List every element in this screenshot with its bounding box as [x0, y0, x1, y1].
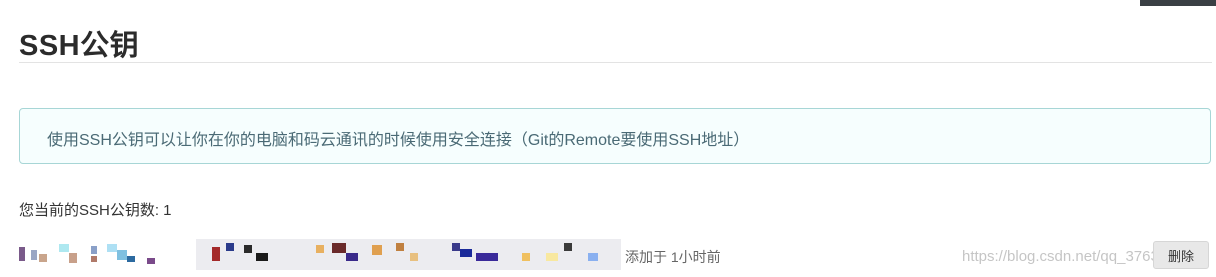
- mosaic-cell: [410, 253, 418, 261]
- mosaic-cell: [588, 253, 598, 261]
- mosaic-cell: [39, 254, 47, 262]
- key-count-label: 您当前的SSH公钥数: 1: [19, 202, 172, 219]
- key-fingerprint-redacted: [196, 239, 621, 270]
- key-added-time: 添加于 1小时前: [625, 249, 721, 265]
- mosaic-cell: [147, 258, 155, 264]
- mosaic-cell: [91, 256, 97, 262]
- mosaic-cell: [564, 243, 572, 251]
- mosaic-cell: [107, 244, 117, 252]
- mosaic-cell: [316, 245, 324, 253]
- mosaic-cell: [69, 253, 77, 263]
- mosaic-cell: [372, 245, 382, 255]
- mosaic-cell: [522, 253, 530, 261]
- ssh-key-row: 添加于 1小时前 https://blog.csdn.net/qq_376347…: [0, 236, 1216, 277]
- mosaic-cell: [460, 249, 472, 257]
- mosaic-cell: [31, 250, 37, 260]
- mosaic-cell: [452, 243, 460, 251]
- delete-key-button[interactable]: 删除: [1153, 241, 1209, 269]
- mosaic-cell: [117, 250, 127, 260]
- key-title-redacted: [19, 244, 159, 266]
- mosaic-cell: [256, 253, 268, 261]
- title-divider: [19, 62, 1212, 63]
- mosaic-cell: [476, 253, 498, 261]
- mosaic-cell: [91, 246, 97, 254]
- mosaic-cell: [226, 243, 234, 251]
- mosaic-cell: [212, 247, 220, 261]
- info-alert: 使用SSH公钥可以让你在你的电脑和码云通讯的时候使用安全连接（Git的Remot…: [19, 108, 1211, 164]
- mosaic-cell: [19, 247, 25, 261]
- page-title: SSH公钥: [19, 30, 140, 62]
- mosaic-cell: [546, 253, 558, 261]
- mosaic-cell: [396, 243, 404, 251]
- mosaic-cell: [332, 243, 346, 253]
- mosaic-cell: [127, 256, 135, 262]
- top-nav-tab[interactable]: [1140, 0, 1216, 6]
- mosaic-cell: [59, 244, 69, 252]
- info-alert-text: 使用SSH公钥可以让你在你的电脑和码云通讯的时候使用安全连接（Git的Remot…: [47, 132, 750, 149]
- mosaic-cell: [346, 253, 358, 261]
- mosaic-cell: [244, 245, 252, 253]
